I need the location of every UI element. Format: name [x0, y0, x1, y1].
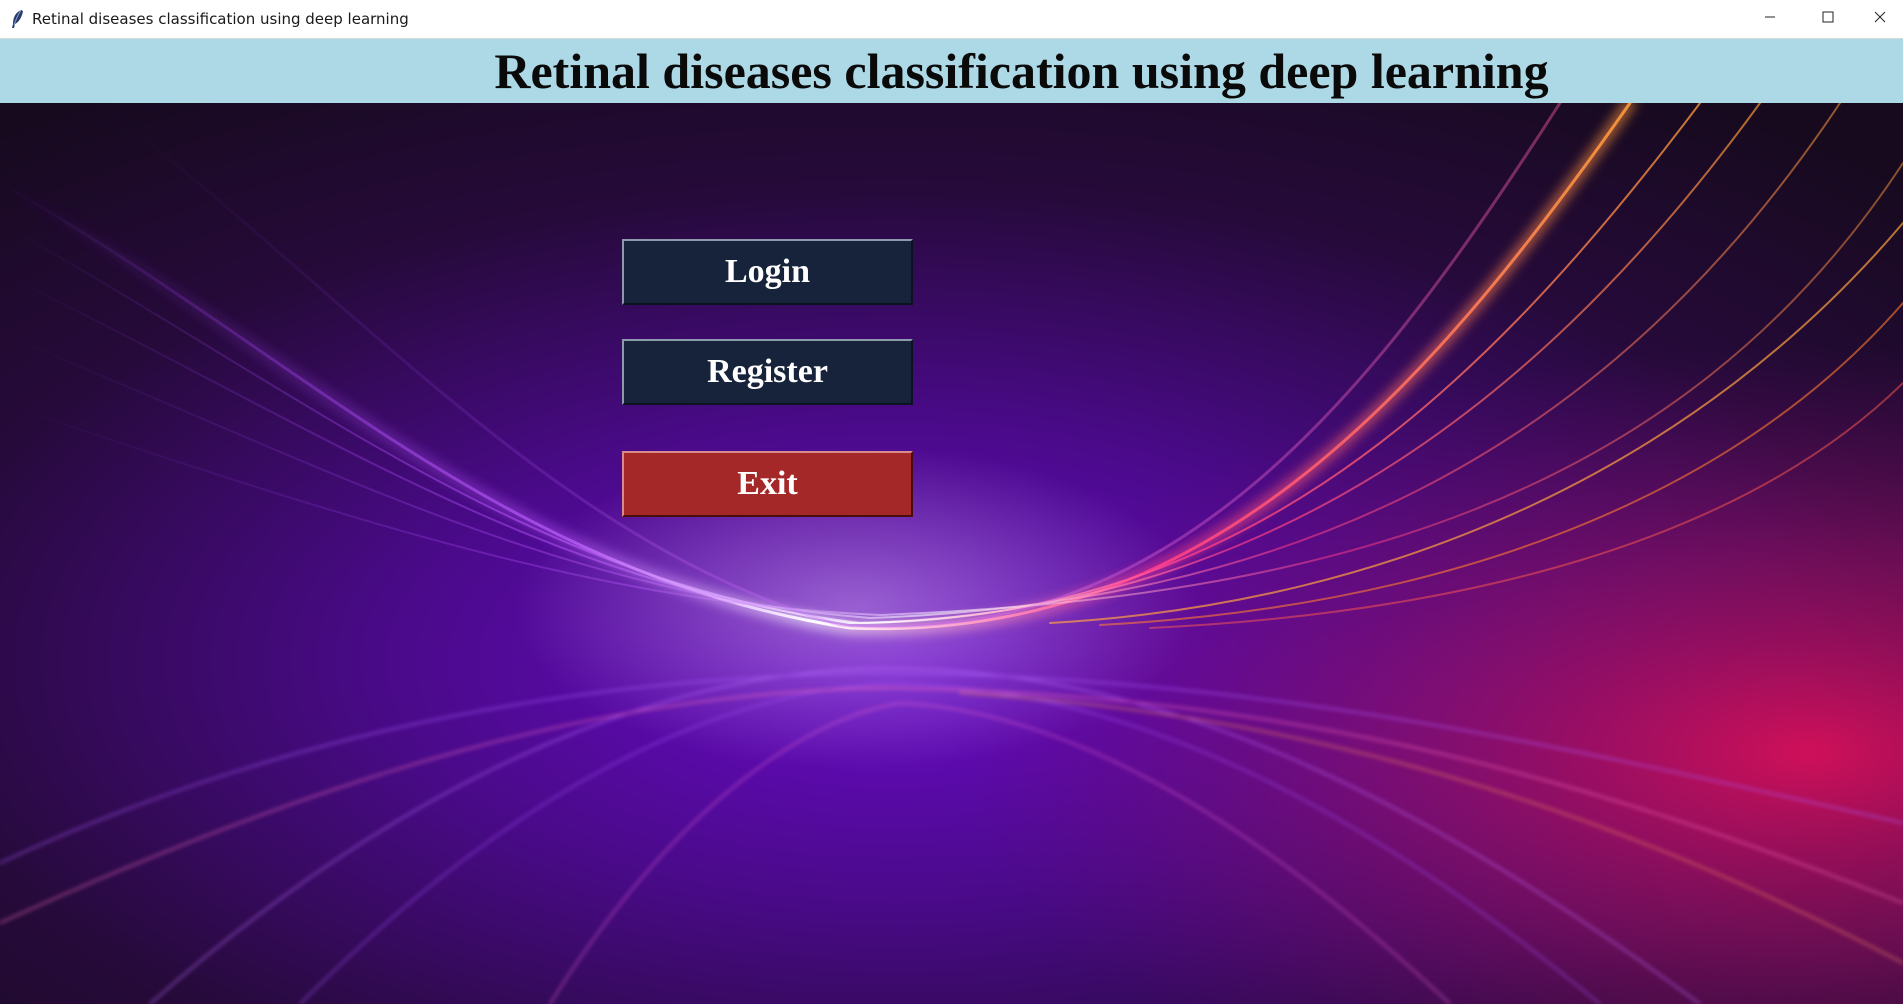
register-button-label: Register [707, 353, 828, 390]
close-icon [1874, 10, 1886, 28]
register-button[interactable]: Register [622, 339, 913, 405]
exit-button[interactable]: Exit [622, 451, 913, 517]
login-button[interactable]: Login [622, 239, 913, 305]
minimize-icon [1764, 10, 1776, 28]
maximize-button[interactable] [1799, 0, 1857, 38]
window-title: Retinal diseases classification using de… [32, 10, 409, 28]
login-button-label: Login [724, 253, 811, 290]
exit-button-label: Exit [737, 465, 798, 502]
background-image [0, 103, 1903, 1004]
maximize-icon [1822, 10, 1834, 28]
app-window: Retinal diseases classification using de… [0, 0, 1903, 1004]
page-title: Retinal diseases classification using de… [494, 43, 1549, 99]
header-banner: Retinal diseases classification using de… [0, 39, 1903, 103]
window-titlebar[interactable]: Retinal diseases classification using de… [0, 0, 1903, 39]
minimize-button[interactable] [1741, 0, 1799, 38]
feather-icon [9, 9, 25, 29]
close-button[interactable] [1857, 0, 1903, 38]
